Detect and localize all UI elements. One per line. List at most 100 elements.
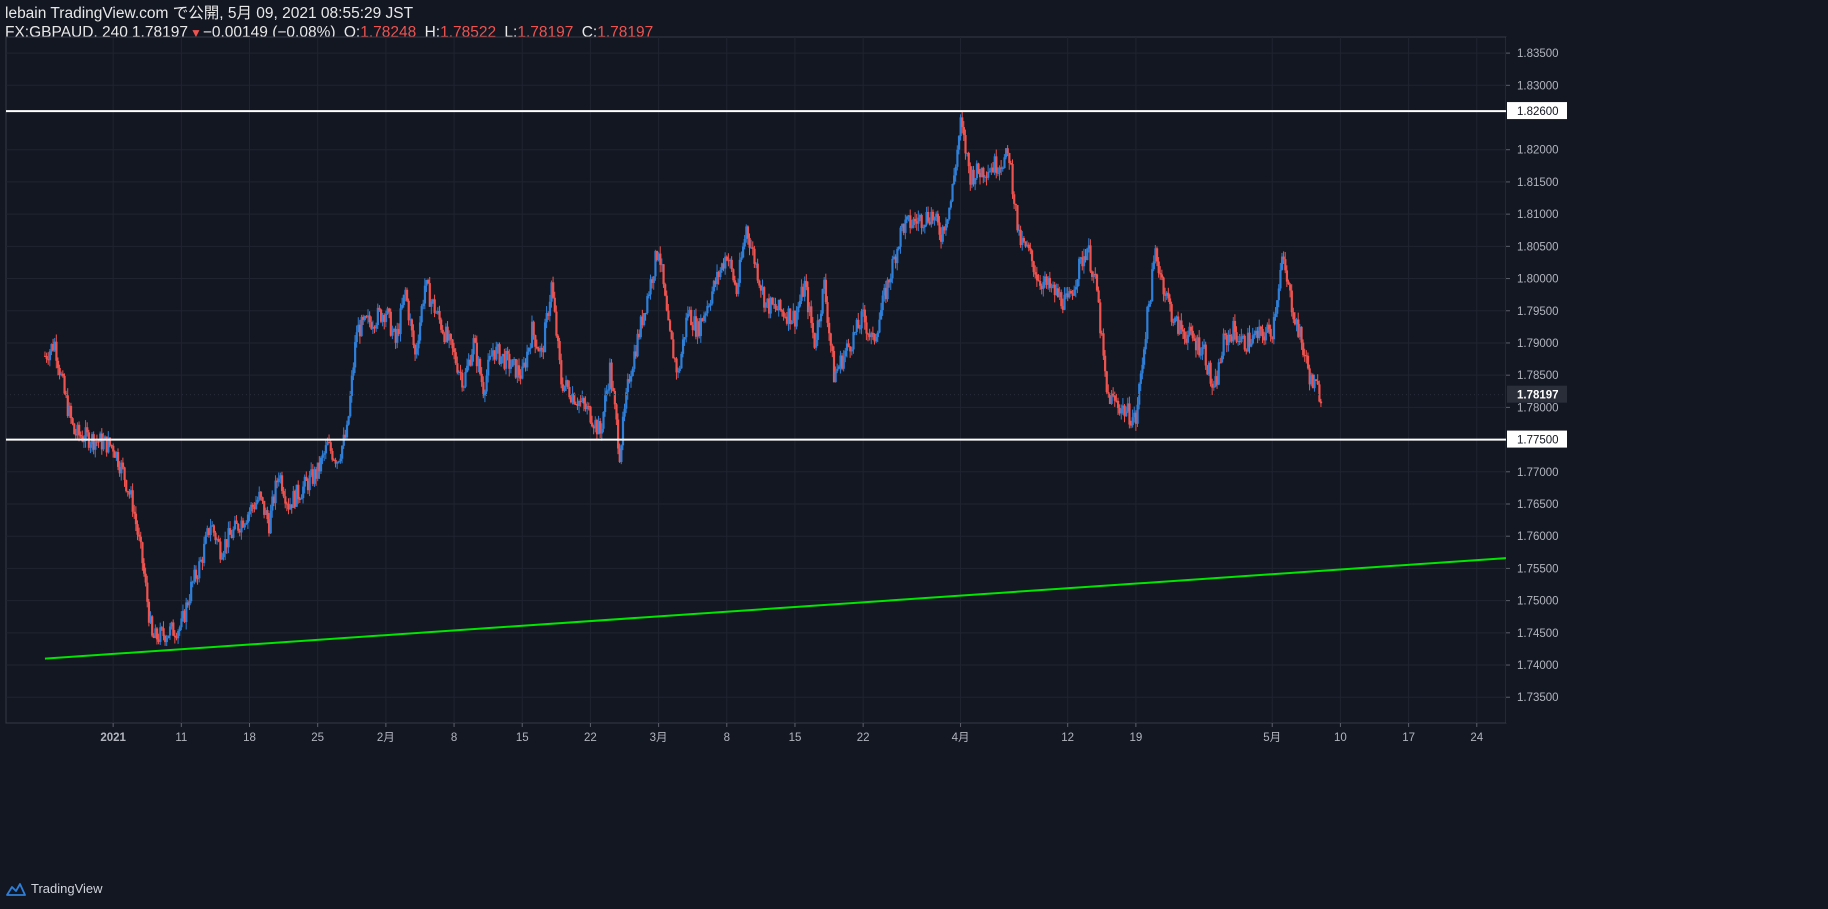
candle-body[interactable] [1160,274,1164,278]
candle-body[interactable] [850,349,853,352]
candle-body[interactable] [556,335,560,341]
candle-body[interactable] [323,453,326,455]
candle-body[interactable] [662,264,665,285]
candle-body[interactable] [677,370,680,373]
candle-body[interactable] [177,631,180,639]
candle-body[interactable] [378,307,381,310]
candle-body[interactable] [642,313,646,326]
candle-body[interactable] [274,480,277,504]
candle-body[interactable] [204,535,207,544]
candle-body[interactable] [1117,400,1120,408]
candle-body[interactable] [144,573,147,583]
candle-body[interactable] [1318,384,1321,402]
candle-body[interactable] [73,423,76,435]
candle-body[interactable] [824,279,828,303]
candle-body[interactable] [1136,404,1139,424]
candle-body[interactable] [131,490,134,512]
candle-body[interactable] [686,313,690,318]
candle-body[interactable] [237,523,240,531]
candle-body[interactable] [1316,380,1319,385]
candle-body[interactable] [375,325,378,329]
candle-body[interactable] [1152,261,1155,270]
candle-body[interactable] [172,622,175,636]
candle-body[interactable] [1035,274,1039,281]
candle-body[interactable] [1285,270,1289,282]
candle-body[interactable] [1104,355,1107,372]
candle-body[interactable] [354,342,357,368]
candle-body[interactable] [617,419,620,449]
candle-body[interactable] [1141,364,1144,374]
candle-body[interactable] [589,406,592,423]
candle-body[interactable] [1251,335,1254,344]
candle-body[interactable] [670,330,673,340]
candle-body[interactable] [1292,312,1295,320]
candle-body[interactable] [667,310,670,321]
plot-area[interactable] [5,36,1507,724]
candle-body[interactable] [412,330,415,346]
candle-body[interactable] [329,442,332,451]
candle-body[interactable] [266,510,269,520]
candle-body[interactable] [48,351,52,361]
candle-body[interactable] [1078,258,1081,280]
candle-body[interactable] [621,416,625,446]
candle-body[interactable] [112,445,115,452]
candle-body[interactable] [630,376,633,382]
candle-body[interactable] [602,411,605,429]
candle-body[interactable] [535,346,539,349]
candle-body[interactable] [709,303,712,306]
candle-body[interactable] [321,454,324,458]
candle-body[interactable] [350,375,353,396]
candle-body[interactable] [610,362,613,388]
candle-body[interactable] [300,498,303,500]
candle-body[interactable] [159,627,162,642]
candle-body[interactable] [1222,333,1225,356]
candle-body[interactable] [190,581,193,602]
candle-body[interactable] [962,127,965,136]
candle-body[interactable] [1149,301,1152,305]
candle-body[interactable] [1289,284,1292,291]
candle-body[interactable] [949,201,953,208]
candle-body[interactable] [1144,339,1147,350]
candle-body[interactable] [1097,290,1100,303]
candle-body[interactable] [341,445,344,459]
candle-body[interactable] [725,256,728,261]
candle-body[interactable] [405,289,409,301]
candle-body[interactable] [125,480,128,492]
candle-body[interactable] [826,302,829,323]
candle-body[interactable] [235,520,238,524]
candle-body[interactable] [302,486,305,499]
candle-body[interactable] [566,380,569,387]
candle-body[interactable] [508,353,511,369]
candle-body[interactable] [384,313,388,323]
candle-body[interactable] [146,582,149,602]
candle-body[interactable] [863,309,866,323]
candle-body[interactable] [552,282,555,298]
candle-body[interactable] [1183,331,1186,339]
candle-body[interactable] [1162,277,1165,295]
candle-body[interactable] [996,172,1000,174]
candle-body[interactable] [1157,261,1160,274]
candle-body[interactable] [1186,334,1190,343]
candle-body[interactable] [857,319,860,329]
candle-body[interactable] [376,307,379,326]
candle-body[interactable] [1315,379,1318,381]
candle-body[interactable] [1233,320,1237,333]
candle-body[interactable] [961,117,964,128]
candle-body[interactable] [836,368,839,372]
candle-body[interactable] [982,167,985,178]
candle-body[interactable] [995,156,998,174]
candle-body[interactable] [790,320,793,325]
candle-body[interactable] [1003,157,1006,169]
candle-body[interactable] [1220,355,1224,363]
candle-body[interactable] [865,322,868,334]
candle-body[interactable] [886,279,889,300]
candle-body[interactable] [954,166,957,176]
candle-body[interactable] [1102,333,1105,356]
candle-body[interactable] [1009,162,1013,164]
candle-body[interactable] [1151,269,1154,302]
candle-body[interactable] [222,553,225,558]
candle-body[interactable] [1076,279,1079,287]
candle-body[interactable] [336,462,339,464]
candle-body[interactable] [854,331,857,333]
candle-body[interactable] [810,306,813,323]
